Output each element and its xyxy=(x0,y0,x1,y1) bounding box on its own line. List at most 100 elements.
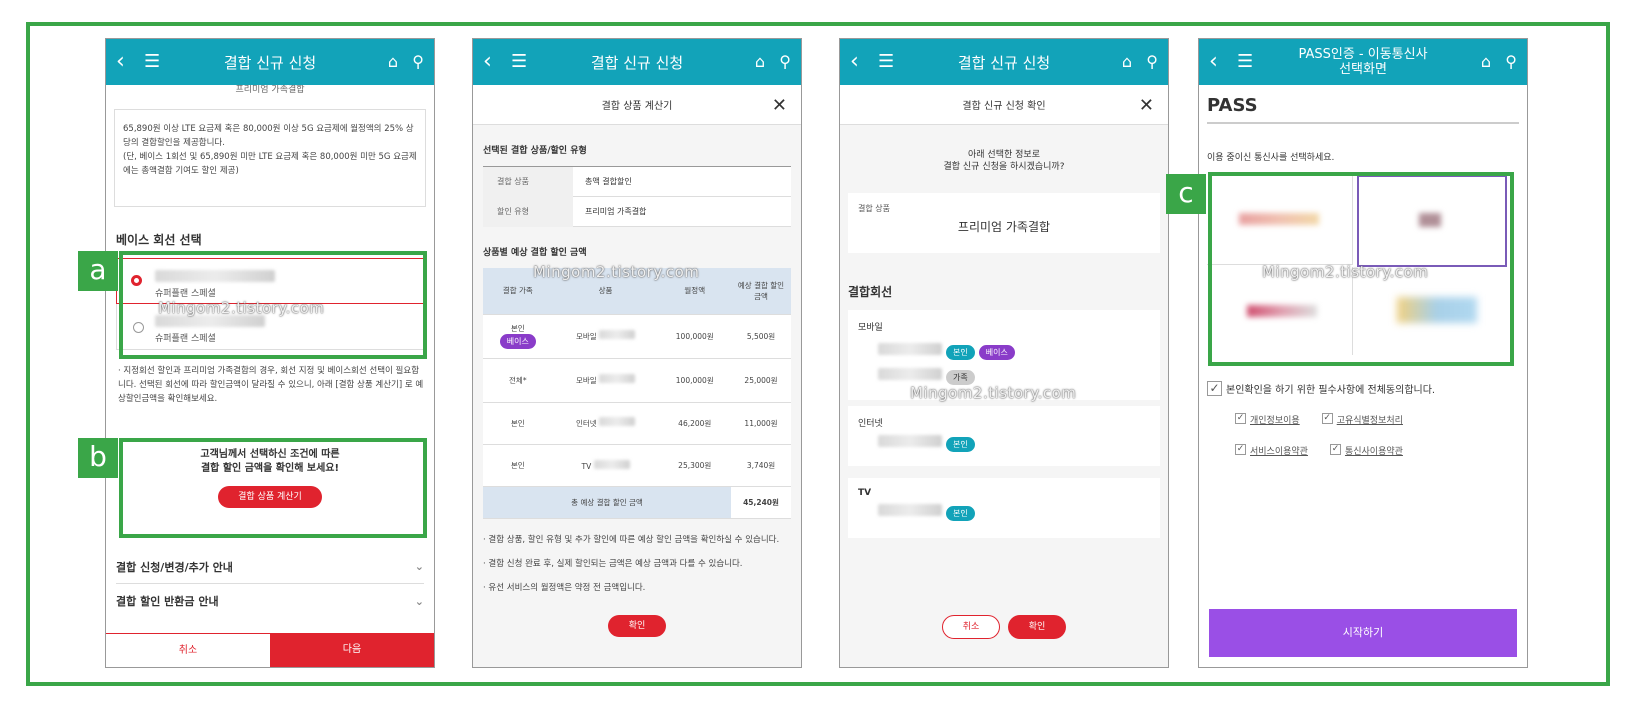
menu-icon[interactable]: ☰ xyxy=(878,53,894,71)
accordion-label: 결합 할인 반환금 안내 xyxy=(116,595,219,608)
info-value: 프리미엄 가족결합 xyxy=(585,207,647,216)
note-3: · 유선 서비스의 월정액은 약정 전 금액입니다. xyxy=(483,582,646,593)
description-box: 65,890원 이상 LTE 요금제 혹은 80,000원 이상 5G 요금제에… xyxy=(114,109,426,207)
accordion-label: 결합 신청/변경/추가 안내 xyxy=(116,560,233,574)
blurred-number xyxy=(878,435,942,447)
term-link[interactable]: 서비스이용약관 xyxy=(1250,447,1308,457)
modal-title: 결합 상품 계산기 xyxy=(601,101,673,112)
internet-card: 인터넷 본인 xyxy=(848,406,1160,466)
bottom-bar: 취소 다음 xyxy=(106,633,434,667)
lines-title: 결합회선 xyxy=(848,285,893,299)
term-item[interactable]: ✓ 고유식별정보처리 xyxy=(1321,408,1403,427)
blurred-product xyxy=(599,417,636,426)
checkbox-term[interactable]: ✓ xyxy=(1235,444,1246,455)
tv-card: TV 본인 xyxy=(848,478,1160,538)
cell-monthly: 100,000원 xyxy=(658,358,731,403)
term-link[interactable]: 고유식별정보처리 xyxy=(1337,416,1403,426)
product-label: 결합 상품 xyxy=(858,204,890,213)
home-icon[interactable]: ⌂ xyxy=(1481,52,1491,71)
cancel-button[interactable]: 취소 xyxy=(942,615,1000,639)
close-icon[interactable]: ✕ xyxy=(772,95,787,116)
term-item[interactable]: ✓ 개인정보이용 xyxy=(1235,408,1300,427)
term-link[interactable]: 통신사이용약관 xyxy=(1345,447,1403,457)
description-text: 65,890원 이상 LTE 요금제 혹은 80,000원 이상 5G 요금제에… xyxy=(123,124,414,148)
checkbox-term[interactable]: ✓ xyxy=(1235,413,1246,424)
chevron-down-icon: ⌄ xyxy=(414,594,424,608)
next-button[interactable]: 다음 xyxy=(270,633,434,667)
self-tag: 본인 xyxy=(946,506,975,521)
cell-family: 본인 xyxy=(483,444,553,487)
home-icon[interactable]: ⌂ xyxy=(1122,52,1132,71)
accordion-refund-info[interactable]: 결합 할인 반환금 안내 ⌄ xyxy=(116,584,424,618)
home-icon[interactable]: ⌂ xyxy=(388,52,398,71)
app-header: ‹ ☰ 결합 신규 신청 ⌂ ⚲ xyxy=(473,39,801,85)
product-text: TV xyxy=(581,461,592,471)
back-icon[interactable]: ‹ xyxy=(483,51,501,73)
modal-body: 선택된 결합 상품/할인 유형 결합 상품 총액 결합할인 할인 유형 프리미엄… xyxy=(473,125,801,667)
watermark: Mingom2.tistory.com xyxy=(158,299,325,317)
info-label: 결합 상품 xyxy=(483,166,573,197)
note-1: · 결합 상품, 할인 유형 및 추가 할인에 따른 예상 할인 금액을 확인하… xyxy=(483,534,780,545)
back-icon[interactable]: ‹ xyxy=(850,51,868,73)
term-link[interactable]: 개인정보이용 xyxy=(1250,416,1300,426)
checkbox-agree-all[interactable]: ✓ xyxy=(1207,381,1222,396)
cell-family: 본인 베이스 xyxy=(483,314,553,359)
family-tag: 가족 xyxy=(946,370,975,385)
modal-header: 결합 신규 신청 확인 ✕ xyxy=(840,85,1168,125)
info-row: 할인 유형 프리미엄 가족결합 xyxy=(483,196,791,227)
description-note: (단, 베이스 1회선 및 65,890원 미만 LTE 요금제 혹은 80,0… xyxy=(123,152,417,176)
cancel-button[interactable]: 취소 xyxy=(106,633,270,667)
term-item[interactable]: ✓ 서비스이용약관 xyxy=(1235,439,1308,458)
table-row: 본인 인터넷 46,200원 11,000원 xyxy=(483,402,791,445)
confirm-question: 아래 선택한 정보로 결합 신규 신청을 하시겠습니까? xyxy=(848,149,1160,173)
search-icon[interactable]: ⚲ xyxy=(1146,52,1158,71)
question-line-2: 결합 신규 신청을 하시겠습니까? xyxy=(943,162,1065,172)
confirm-button[interactable]: 확인 xyxy=(608,614,666,637)
app-header: ‹ ☰ 결합 신규 신청 ⌂ ⚲ xyxy=(840,39,1168,85)
internet-label: 인터넷 xyxy=(858,419,883,429)
menu-icon[interactable]: ☰ xyxy=(1237,53,1253,71)
blurred-product xyxy=(599,330,636,339)
close-icon[interactable]: ✕ xyxy=(1139,95,1154,116)
table-row: 본인 베이스 모바일 100,000원 5,500원 xyxy=(483,314,791,359)
confirm-button[interactable]: 확인 xyxy=(1008,615,1066,639)
agree-all-label: 본인확인을 하기 위한 필수사항에 전체동의합니다. xyxy=(1226,385,1436,396)
annotation-label-a: a xyxy=(78,251,118,291)
term-item[interactable]: ✓ 통신사이용약관 xyxy=(1329,439,1403,458)
cell-product: 모바일 xyxy=(552,314,659,359)
accordion-join-info[interactable]: 결합 신청/변경/추가 안내 ⌄ xyxy=(116,550,424,584)
total-value: 45,240원 xyxy=(731,486,791,519)
self-tag: 본인 xyxy=(946,345,975,360)
menu-icon[interactable]: ☰ xyxy=(144,53,160,71)
cell-discount: 11,000원 xyxy=(731,402,791,445)
back-icon[interactable]: ‹ xyxy=(1209,51,1227,73)
checkbox-term[interactable]: ✓ xyxy=(1321,413,1333,424)
search-icon[interactable]: ⚲ xyxy=(1505,52,1517,71)
watermark: Mingom2.tistory.com xyxy=(533,263,700,281)
screen-3: ‹ ☰ 결합 신규 신청 ⌂ ⚲ 결합 신규 신청 확인 ✕ 아래 선택한 정보… xyxy=(839,38,1169,668)
discount-table: 결합 가족 상품 월정액 예상 결합 할인 금액 본인 베이스 모바일 100,0… xyxy=(483,268,791,519)
start-button[interactable]: 시작하기 xyxy=(1209,609,1517,657)
blurred-product xyxy=(599,374,636,383)
checkbox-term[interactable]: ✓ xyxy=(1329,444,1341,455)
cell-product: 인터넷 xyxy=(552,402,659,445)
selected-info-table: 결합 상품 총액 결합할인 할인 유형 프리미엄 가족결합 xyxy=(483,166,791,227)
note-2: · 결합 신청 완료 후, 실제 할인되는 금액은 예상 금액과 다를 수 있습… xyxy=(483,558,743,569)
question-line-1: 아래 선택한 정보로 xyxy=(968,150,1040,160)
base-tag: 베이스 xyxy=(499,334,536,349)
annotation-label-c: c xyxy=(1166,174,1206,214)
product-value: 프리미엄 가족결합 xyxy=(957,220,1051,234)
menu-icon[interactable]: ☰ xyxy=(511,53,527,71)
home-icon[interactable]: ⌂ xyxy=(755,52,765,71)
watermark: Mingom2.tistory.com xyxy=(1262,263,1429,281)
back-icon[interactable]: ‹ xyxy=(116,51,134,73)
search-icon[interactable]: ⚲ xyxy=(779,52,791,71)
self-tag: 본인 xyxy=(946,437,975,452)
blurred-number xyxy=(878,368,942,380)
screen-2: ‹ ☰ 결합 신규 신청 ⌂ ⚲ 결합 상품 계산기 ✕ 선택된 결합 상품/할… xyxy=(472,38,802,668)
agree-all-row[interactable]: ✓ 본인확인을 하기 위한 필수사항에 전체동의합니다. xyxy=(1207,381,1519,396)
cell-monthly: 100,000원 xyxy=(658,314,731,359)
tv-label: TV xyxy=(858,488,872,498)
app-header: ‹ ☰ PASS인증 - 이동통신사 선택화면 ⌂ ⚲ xyxy=(1199,39,1527,85)
search-icon[interactable]: ⚲ xyxy=(412,52,424,71)
